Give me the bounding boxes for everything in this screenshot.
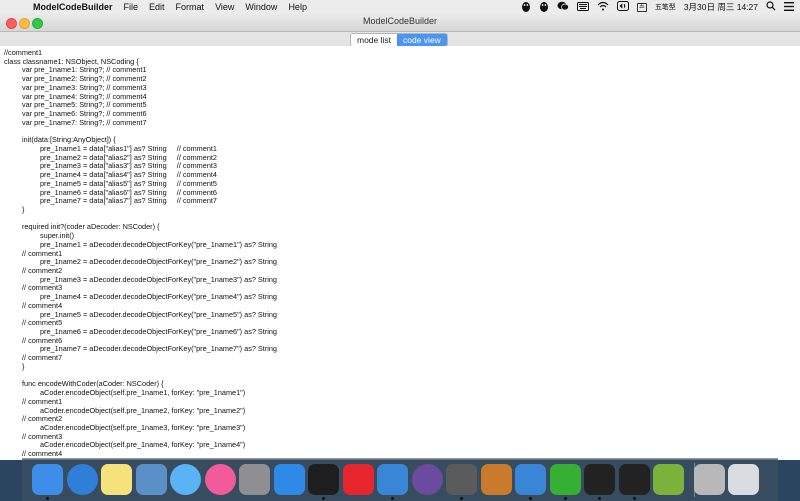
- code-line: pre_1name4 = data["alias4"] as? String /…: [40, 170, 217, 180]
- dock: [22, 458, 778, 501]
- code-line: // comment4: [22, 300, 63, 310]
- dock-system-preferences-icon[interactable]: [239, 464, 270, 495]
- code-line: aCoder.encodeObject(self.pre_1name2, for…: [40, 405, 246, 415]
- menu-edit[interactable]: Edit: [149, 0, 165, 14]
- dock-terminal-icon[interactable]: [308, 464, 339, 495]
- ime-icon[interactable]: 五: [636, 2, 647, 12]
- menu-format[interactable]: Format: [176, 0, 205, 14]
- menu-window[interactable]: Window: [245, 0, 277, 14]
- code-line: class classname1: NSObject, NSCoding {: [4, 56, 139, 66]
- wechat-icon[interactable]: [557, 1, 569, 13]
- dock-qq-icon[interactable]: [584, 464, 615, 495]
- code-line: var pre_1name3: String?; // comment3: [22, 82, 147, 92]
- dock-sublime-text-icon[interactable]: [446, 464, 477, 495]
- code-line: // comment3: [22, 283, 63, 293]
- audio-icon[interactable]: [616, 1, 629, 13]
- dock-github-icon[interactable]: [411, 464, 443, 495]
- dock-box-icon[interactable]: [480, 464, 512, 495]
- dock-appstore-icon[interactable]: [273, 464, 305, 495]
- dock-safari-icon[interactable]: [66, 464, 98, 495]
- window-toolbar: mode list code view: [0, 32, 800, 47]
- view-segmented-control: mode list code view: [350, 33, 448, 47]
- code-line: // comment3: [22, 431, 63, 441]
- code-line: pre_1name7 = data["alias7"] as? String /…: [40, 196, 217, 206]
- code-line: var pre_1name7: String?; // comment7: [22, 117, 147, 127]
- code-line: pre_1name2 = data["alias2"] as? String /…: [40, 152, 217, 162]
- code-line: // comment1: [22, 248, 63, 258]
- code-line: // comment6: [22, 335, 63, 345]
- code-line: required init?(coder aDecoder: NSCoder) …: [22, 222, 160, 232]
- clock[interactable]: 3月30日 周三 14:27: [684, 1, 758, 13]
- dock-qq-icon[interactable]: [618, 464, 650, 495]
- code-line: }: [22, 361, 25, 371]
- window-title: ModelCodeBuilder: [362, 16, 438, 26]
- dock-messages-icon[interactable]: [170, 464, 201, 495]
- menu-help[interactable]: Help: [288, 0, 307, 14]
- code-line: var pre_1name4: String?; // comment4: [22, 91, 147, 101]
- menu-view[interactable]: View: [215, 0, 234, 14]
- code-line: var pre_1name6: String?; // comment6: [22, 109, 147, 119]
- menu-file[interactable]: File: [124, 0, 139, 14]
- code-line: pre_1name5 = aDecoder.decodeObjectForKey…: [40, 309, 277, 319]
- code-line: pre_1name5 = data["alias5"] as? String /…: [40, 178, 217, 188]
- code-line: pre_1name6 = data["alias6"] as? String /…: [40, 187, 217, 197]
- code-line: // comment5: [22, 318, 63, 328]
- spotlight-search-icon[interactable]: [766, 1, 776, 13]
- dock-android-icon[interactable]: [653, 464, 684, 495]
- code-line: pre_1name1 = aDecoder.decodeObjectForKey…: [40, 239, 277, 249]
- code-line: }: [22, 204, 25, 214]
- code-line: // comment7: [22, 353, 63, 363]
- tab-mode-list[interactable]: mode list: [351, 34, 398, 46]
- code-line: var pre_1name2: String?; // comment2: [22, 74, 147, 84]
- code-text-view[interactable]: //comment1 class classname1: NSObject, NS…: [0, 46, 800, 460]
- wifi-icon[interactable]: [597, 1, 609, 13]
- code-line: // comment2: [22, 414, 63, 424]
- code-line: pre_1name3 = data["alias3"] as? String /…: [40, 161, 217, 171]
- window-titlebar[interactable]: ModelCodeBuilder: [0, 14, 800, 32]
- dock-preview-icon[interactable]: [135, 464, 167, 495]
- dock-trash-icon[interactable]: [728, 464, 759, 495]
- code-line: // comment2: [22, 266, 63, 275]
- keyboard-icon[interactable]: [576, 1, 589, 13]
- dock-weibo-icon[interactable]: [342, 464, 374, 495]
- status-tray: 五 五笔型 3月30日 周三 14:27: [521, 0, 794, 14]
- code-line: //comment1: [4, 48, 43, 57]
- code-line: pre_1name4 = aDecoder.decodeObjectForKey…: [40, 292, 277, 302]
- code-line: aCoder.encodeObject(self.pre_1name3, for…: [40, 422, 246, 432]
- dock-photo-booth-icon[interactable]: [693, 464, 725, 495]
- app-menu[interactable]: ModelCodeBuilder: [33, 0, 113, 14]
- ime-label[interactable]: 五笔型: [655, 2, 676, 12]
- code-line: aCoder.encodeObject(self.pre_1name4, for…: [40, 440, 246, 450]
- code-line: pre_1name3 = aDecoder.decodeObjectForKey…: [40, 274, 277, 284]
- dock-xcode-alt-icon[interactable]: [515, 464, 546, 495]
- notification-center-icon[interactable]: [784, 1, 794, 13]
- code-line: var pre_1name1: String?; // comment1: [22, 65, 147, 75]
- qq-penguin-icon[interactable]: [521, 1, 531, 14]
- dock-notes-icon[interactable]: [101, 464, 132, 495]
- dock-finder-icon[interactable]: [32, 464, 63, 495]
- code-line: pre_1name1 = data["alias1"] as? String /…: [40, 143, 217, 153]
- code-line: pre_1name7 = aDecoder.decodeObjectForKey…: [40, 344, 277, 354]
- code-line: // comment4: [22, 449, 63, 459]
- code-line: pre_1name6 = aDecoder.decodeObjectForKey…: [40, 327, 277, 337]
- code-line: pre_1name2 = aDecoder.decodeObjectForKey…: [40, 257, 277, 267]
- menu-bar: ModelCodeBuilder File Edit Format View W…: [0, 0, 800, 15]
- code-line: super.init(): [40, 231, 75, 241]
- code-line: func encodeWithCoder(aCoder: NSCoder) {: [22, 379, 164, 389]
- dock-xcode-icon[interactable]: [377, 464, 408, 495]
- code-line: init(data:[String:AnyObject]) {: [22, 135, 116, 145]
- app-window: ModelCodeBuilder mode list code view //c…: [0, 14, 800, 460]
- dock-itunes-icon[interactable]: [204, 464, 236, 495]
- code-line: // comment1: [22, 396, 63, 406]
- tab-code-view[interactable]: code view: [397, 34, 447, 46]
- code-line: var pre_1name5: String?; // comment5: [22, 100, 147, 110]
- qq-penguin-icon[interactable]: [539, 1, 549, 14]
- code-line: aCoder.encodeObject(self.pre_1name1, for…: [40, 388, 246, 398]
- dock-wechat-icon[interactable]: [549, 464, 581, 495]
